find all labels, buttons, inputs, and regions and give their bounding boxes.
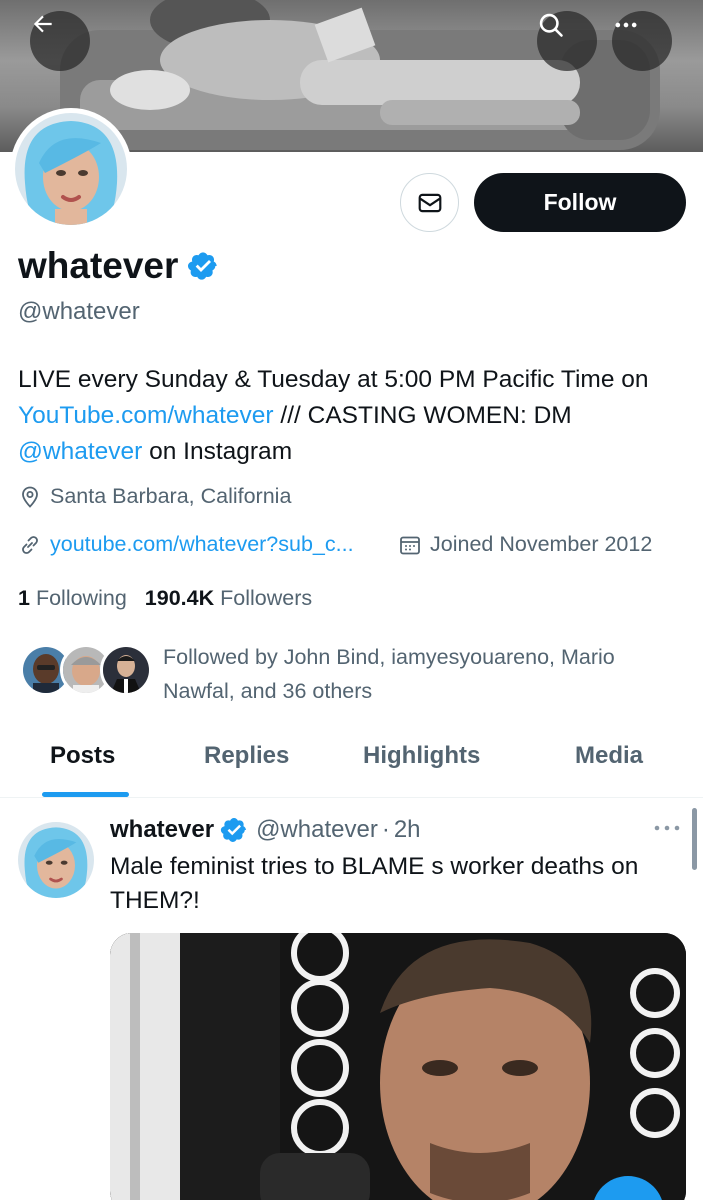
video-thumbnail (110, 933, 686, 1200)
post-text: Male feminist tries to BLAME s worker de… (110, 853, 639, 914)
more-horizontal-icon (654, 825, 680, 831)
verified-badge-icon[interactable] (187, 250, 219, 282)
post-header: whatever @whatever · 2h (110, 816, 421, 844)
more-button[interactable] (612, 11, 672, 71)
tab-posts[interactable]: Posts (50, 742, 115, 770)
arrow-left-icon (33, 15, 52, 33)
profile-display-name: whatever (18, 245, 219, 287)
post-more-button[interactable] (652, 818, 682, 843)
bio-text-3: on Instagram (142, 438, 293, 465)
joined-text: Joined November 2012 (430, 532, 653, 556)
bio-text-2: /// CASTING WOMEN: DM (273, 402, 572, 429)
bio-text-1: LIVE every Sunday & Tuesday at 5:00 PM P… (18, 366, 649, 393)
post-media[interactable] (110, 933, 686, 1200)
location-text: Santa Barbara, California (50, 484, 292, 508)
post-author-name[interactable]: whatever (110, 816, 214, 844)
profile-bio: LIVE every Sunday & Tuesday at 5:00 PM P… (18, 362, 688, 470)
followers-label: Followers (220, 586, 313, 610)
post-timestamp[interactable]: 2h (394, 816, 421, 844)
back-button[interactable] (30, 11, 90, 71)
envelope-icon (418, 193, 441, 212)
scrollbar[interactable] (692, 808, 697, 870)
post-author-handle[interactable]: @whatever (256, 816, 378, 844)
followers-link[interactable]: 190.4K Followers (145, 586, 312, 611)
display-name-text: whatever (18, 245, 179, 286)
followers-count: 190.4K (144, 586, 215, 610)
following-label: Following (35, 586, 127, 610)
tab-replies[interactable]: Replies (204, 742, 289, 770)
location-pin-icon (22, 486, 38, 508)
verified-badge-icon (220, 818, 247, 842)
follower-avatars (20, 640, 152, 696)
search-button[interactable] (537, 11, 597, 71)
active-tab-indicator (42, 792, 129, 797)
follower-avatar (100, 644, 152, 696)
bio-youtube-link[interactable]: YouTube.com/whatever (18, 402, 274, 429)
followed-by-section[interactable]: Followed by John Bind, iamyesyouareno, M… (20, 640, 615, 703)
bio-mention-link[interactable]: @whatever (18, 438, 142, 465)
tab-highlights[interactable]: Highlights (363, 742, 480, 770)
post-dot-separator: · (381, 816, 390, 843)
search-icon (539, 13, 563, 37)
avatar-image (15, 113, 127, 225)
profile-tabs: Posts Replies Highlights Media (0, 728, 703, 798)
followed-by-text: Followed by John Bind, iamyesyouareno, M… (163, 645, 615, 703)
tab-media[interactable]: Media (575, 742, 643, 770)
profile-location: Santa Barbara, California (18, 484, 291, 509)
follow-stats: 1 Following 190.4K Followers (18, 586, 312, 611)
message-button[interactable] (400, 173, 459, 232)
profile-joined-date: Joined November 2012 (398, 532, 652, 557)
following-count: 1 (18, 586, 30, 610)
more-horizontal-icon (615, 22, 637, 28)
profile-website[interactable]: youtube.com/whatever?sub_c... (18, 532, 354, 557)
profile-avatar[interactable] (10, 108, 132, 230)
calendar-icon (400, 536, 420, 554)
link-icon (22, 535, 38, 554)
post-author-avatar[interactable] (18, 822, 94, 898)
profile-handle: @whatever (18, 298, 140, 325)
following-link[interactable]: 1 Following (18, 586, 127, 611)
website-link[interactable]: youtube.com/whatever?sub_c... (50, 532, 354, 557)
follow-button[interactable]: Follow (474, 173, 686, 232)
